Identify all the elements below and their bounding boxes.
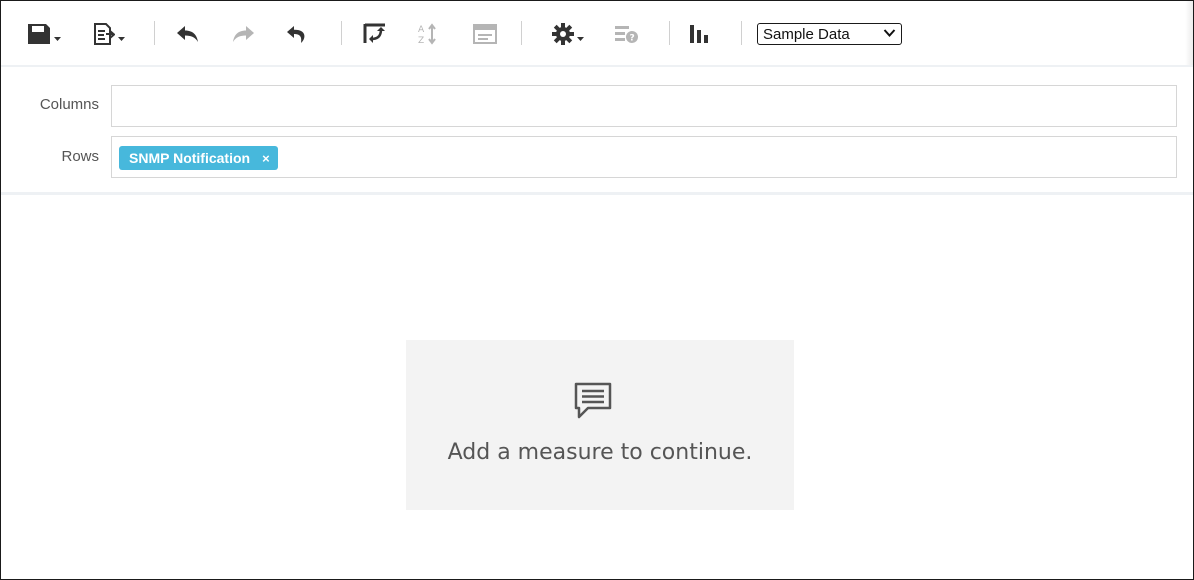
- field-chip-snmp-notification[interactable]: SNMP Notification ×: [119, 146, 278, 170]
- save-button[interactable]: [27, 17, 61, 51]
- data-source-selected: Sample Data: [763, 25, 850, 43]
- swap-axes-button[interactable]: [363, 17, 387, 51]
- svg-text:A: A: [418, 25, 425, 35]
- data-source-select[interactable]: Sample Data: [757, 23, 902, 45]
- toolbar-separator: [669, 21, 670, 45]
- rows-label: Rows: [61, 148, 99, 165]
- empty-state-text: Add a measure to continue.: [447, 440, 753, 465]
- redo-button[interactable]: [231, 17, 255, 51]
- toolbar-separator: [154, 21, 155, 45]
- settings-button[interactable]: [552, 17, 584, 51]
- pivot-window: A Z ? Sample Data Columns Rows SNMP Noti…: [0, 0, 1194, 580]
- columns-drop-zone[interactable]: [111, 85, 1177, 127]
- columns-label: Columns: [39, 96, 99, 113]
- sort-icon: A Z: [418, 23, 436, 45]
- reset-icon: [287, 26, 305, 43]
- export-icon: [94, 23, 115, 45]
- chart-icon: [690, 25, 708, 43]
- redo-icon: [233, 26, 254, 42]
- swap-axes-icon: [363, 23, 385, 43]
- empty-state-message: Add a measure to continue.: [406, 340, 794, 510]
- caret-down-icon: [577, 37, 584, 41]
- save-icon: [28, 24, 50, 44]
- message-icon: [574, 382, 612, 419]
- svg-text:?: ?: [630, 34, 635, 44]
- svg-text:Z: Z: [418, 36, 424, 45]
- chevron-down-icon: [883, 29, 896, 37]
- undo-icon: [177, 26, 198, 42]
- field-list-icon: [473, 24, 497, 44]
- field-chip-label: SNMP Notification: [129, 150, 251, 166]
- reset-button[interactable]: [286, 17, 310, 51]
- toolbar-separator: [741, 21, 742, 45]
- caret-down-icon: [54, 37, 61, 41]
- field-list-button[interactable]: [473, 17, 497, 51]
- drop-zones: Columns Rows SNMP Notification ×: [1, 67, 1193, 195]
- caret-down-icon: [118, 37, 125, 41]
- chart-button[interactable]: [689, 17, 711, 51]
- toolbar-separator: [341, 21, 342, 45]
- export-button[interactable]: [93, 17, 125, 51]
- toolbar-edge-shadow: [1185, 1, 1193, 65]
- undo-button[interactable]: [176, 17, 200, 51]
- sort-button[interactable]: A Z: [418, 17, 438, 51]
- calculated-field-button[interactable]: ?: [614, 17, 638, 51]
- calculated-field-icon: ?: [615, 26, 638, 44]
- toolbar: A Z ? Sample Data: [1, 1, 1193, 67]
- toolbar-separator: [521, 21, 522, 45]
- rows-drop-zone[interactable]: SNMP Notification ×: [111, 136, 1177, 178]
- remove-field-icon[interactable]: ×: [262, 152, 270, 165]
- settings-icon: [552, 23, 574, 45]
